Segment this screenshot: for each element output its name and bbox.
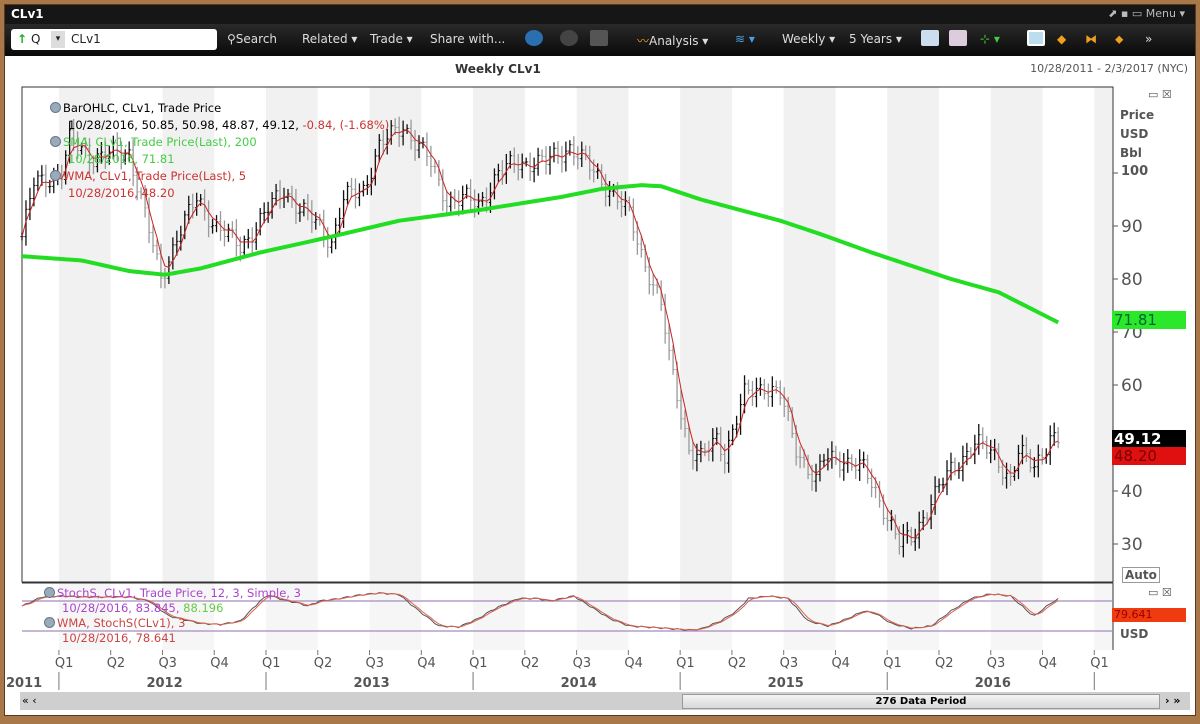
quarter-label: Q4 (417, 656, 436, 671)
wma-value-tag: 48.20 (1112, 447, 1186, 465)
quarter-label: Q3 (986, 656, 1006, 671)
quarter-label: Q1 (883, 656, 902, 671)
quarter-label: Q2 (313, 656, 333, 671)
quarter-band (576, 584, 629, 650)
collapse-icon[interactable] (50, 102, 61, 113)
price-tick-label: 60 (1121, 376, 1143, 396)
quarter-label: Q1 (261, 656, 281, 671)
quarter-band (1094, 584, 1113, 650)
quarter-band (783, 87, 836, 582)
year-label: 2014 (560, 676, 597, 691)
collapse-icon[interactable] (44, 587, 55, 598)
quarter-label: Q3 (158, 656, 177, 671)
legend-bar-change: -0.84, (-1.68%) (302, 118, 390, 132)
legend-sma-values: 10/28/2016, 71.81 (68, 152, 175, 166)
quarter-label: Q3 (365, 656, 385, 671)
unit-currency: USD (1120, 127, 1149, 141)
quarter-label: Q1 (676, 656, 695, 671)
scrollbar-thumb[interactable]: 276 Data Period (682, 694, 1160, 709)
legend-stoch-value2: 88.196 (183, 601, 224, 615)
price-tick-label: 90 (1121, 217, 1143, 237)
sma-value-tag: 71.81 (1112, 311, 1186, 329)
year-label: 2015 (767, 676, 804, 691)
quarter-band (1094, 87, 1113, 582)
quarter-band (887, 584, 939, 650)
collapse-icon[interactable] (50, 136, 61, 147)
legend-stoch-wma-name: WMA, StochS(CLv1), 3 (57, 616, 186, 630)
pane-controls[interactable]: ▭ ☒ (1148, 88, 1172, 101)
price-tick-label: 30 (1121, 535, 1143, 555)
quarter-label: Q1 (469, 656, 488, 671)
quarter-band (680, 584, 732, 650)
quarter-label: Q2 (934, 656, 954, 671)
legend-wma-name: WMA, CLv1, Trade Price(Last), 5 (63, 169, 247, 183)
quarter-band (576, 87, 629, 582)
quarter-band (680, 87, 732, 582)
price-tick-label: 80 (1121, 270, 1143, 290)
year-label: 2016 (974, 676, 1011, 691)
quarter-band (783, 584, 836, 650)
quarter-label: Q4 (210, 656, 229, 671)
unit-price: Price (1120, 108, 1155, 122)
quarter-label: Q4 (831, 656, 850, 671)
price-tick-label: 40 (1121, 482, 1143, 502)
year-label: 2011 (6, 676, 43, 691)
unit-barrel: Bbl (1120, 146, 1142, 160)
price-tick-label: 100 (1121, 164, 1149, 179)
quarter-band (990, 87, 1043, 582)
scroll-right-icon[interactable]: › » (1165, 694, 1180, 707)
price-unit: Price USD Bbl (1120, 106, 1154, 163)
stoch-unit: USD (1120, 627, 1149, 641)
quarter-label: Q4 (624, 656, 643, 671)
year-label: 2012 (146, 676, 183, 691)
quarter-label: Q1 (1090, 656, 1109, 671)
scroll-left-icon[interactable]: « ‹ (22, 694, 37, 707)
legend-stoch-values: 10/28/2016, 83.845, (62, 601, 180, 615)
legend-bar-name: BarOHLC, CLv1, Trade Price (63, 101, 222, 115)
legend-bar: BarOHLC, CLv1, Trade Price 10/28/2016, 5… (50, 100, 389, 202)
stoch-pane-controls[interactable]: ▭ ☒ (1148, 586, 1172, 599)
quarter-label: Q3 (779, 656, 799, 671)
legend-stoch: StochS, CLv1, Trade Price, 12, 3, Simple… (44, 586, 301, 650)
legend-sma-name: SMA, CLv1, Trade Price(Last), 200 (63, 135, 257, 149)
stoch-value-tag: 79.641 (1112, 608, 1186, 622)
legend-bar-values: 10/28/2016, 50.85, 50.98, 48.87, 49.12, (68, 118, 299, 132)
legend-stoch-wma-values: 10/28/2016, 78.641 (62, 631, 176, 645)
quarter-label: Q3 (572, 656, 592, 671)
quarter-label: Q2 (106, 656, 126, 671)
quarter-label: Q2 (520, 656, 540, 671)
collapse-icon[interactable] (50, 170, 61, 181)
quarter-label: Q2 (727, 656, 747, 671)
quarter-label: Q4 (1038, 656, 1058, 671)
quarter-band (473, 87, 525, 582)
year-label: 2013 (353, 676, 390, 691)
legend-stoch-name: StochS, CLv1, Trade Price, 12, 3, Simple… (57, 586, 301, 600)
collapse-icon[interactable] (44, 617, 55, 628)
close-value-tag: 49.12 (1112, 430, 1186, 448)
legend-wma-values: 10/28/2016, 48.20 (68, 186, 175, 200)
auto-scale-button[interactable]: Auto (1122, 567, 1160, 583)
quarter-label: Q1 (54, 656, 74, 671)
